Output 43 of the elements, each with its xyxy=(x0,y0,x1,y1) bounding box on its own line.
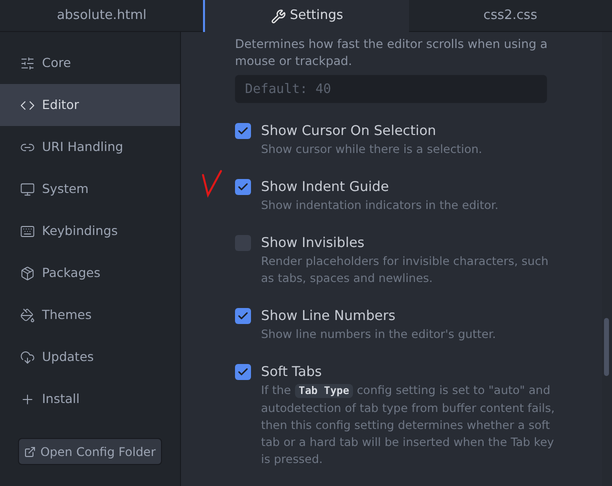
paint-bucket-icon xyxy=(20,308,35,322)
sidebar-item[interactable]: Editor xyxy=(0,84,180,126)
setting-checkbox[interactable] xyxy=(235,123,251,139)
editor-tab[interactable]: Settings xyxy=(203,0,409,32)
sidebar-item[interactable]: Updates xyxy=(0,336,180,378)
sidebar-item[interactable]: Themes xyxy=(0,294,180,336)
setting-description: Determines how fast the editor scrolls when using a mouse or trackpad. xyxy=(235,36,548,70)
setting-checkbox[interactable] xyxy=(235,308,251,324)
scrollbar-thumb[interactable] xyxy=(604,318,609,376)
keyboard-icon xyxy=(20,224,35,238)
open-config-folder-button[interactable]: Open Config Folder xyxy=(18,438,162,465)
setting-title: Show Indent Guide xyxy=(261,178,390,197)
package-icon xyxy=(20,266,35,280)
setting-description: Show line numbers in the editor's gutter. xyxy=(261,326,497,343)
external-link-icon xyxy=(24,446,36,458)
sidebar-item[interactable]: System xyxy=(0,168,180,210)
setting-description: Show cursor while there is a selection. xyxy=(261,141,484,158)
setting-title: Show Invisibles xyxy=(261,234,366,253)
editor-tab[interactable]: css2.css xyxy=(408,0,612,32)
cloud-download-icon xyxy=(20,350,35,364)
handwritten-check-mark xyxy=(201,169,223,199)
check-icon xyxy=(237,310,249,322)
setting-title: Soft Tabs xyxy=(261,363,323,382)
tools-icon xyxy=(270,8,286,24)
check-icon xyxy=(237,125,249,137)
setting-description: If the Tab Type config setting is set to "auto" and autodetection of tab type from buffer content fails, then this config setting determines whether a soft tab or a hard tab will be inserted when the Tab key is pressed. xyxy=(261,382,556,468)
plus-icon xyxy=(20,392,35,406)
setting-title: Show Cursor On Selection xyxy=(261,122,438,141)
monitor-icon xyxy=(20,182,35,196)
setting-description: Show indentation indicators in the editor. xyxy=(261,197,500,214)
setting-checkbox[interactable] xyxy=(235,364,251,380)
sidebar-item[interactable]: URI Handling xyxy=(0,126,180,168)
scroll-speed-field[interactable]: Default: 40 xyxy=(235,75,547,103)
sidebar-item[interactable]: Install xyxy=(0,378,180,420)
check-icon xyxy=(237,366,249,378)
sidebar-item[interactable]: Packages xyxy=(0,252,180,294)
setting-title: Show Line Numbers xyxy=(261,307,396,326)
setting-description: Render placeholders for invisible characters, such as tabs, spaces and newlines. xyxy=(261,253,550,287)
sidebar-item[interactable]: Keybindings xyxy=(0,210,180,252)
sidebar-item[interactable]: Core xyxy=(0,42,180,84)
setting-checkbox[interactable] xyxy=(235,179,251,195)
check-icon xyxy=(237,181,249,193)
sliders-icon xyxy=(20,56,35,70)
